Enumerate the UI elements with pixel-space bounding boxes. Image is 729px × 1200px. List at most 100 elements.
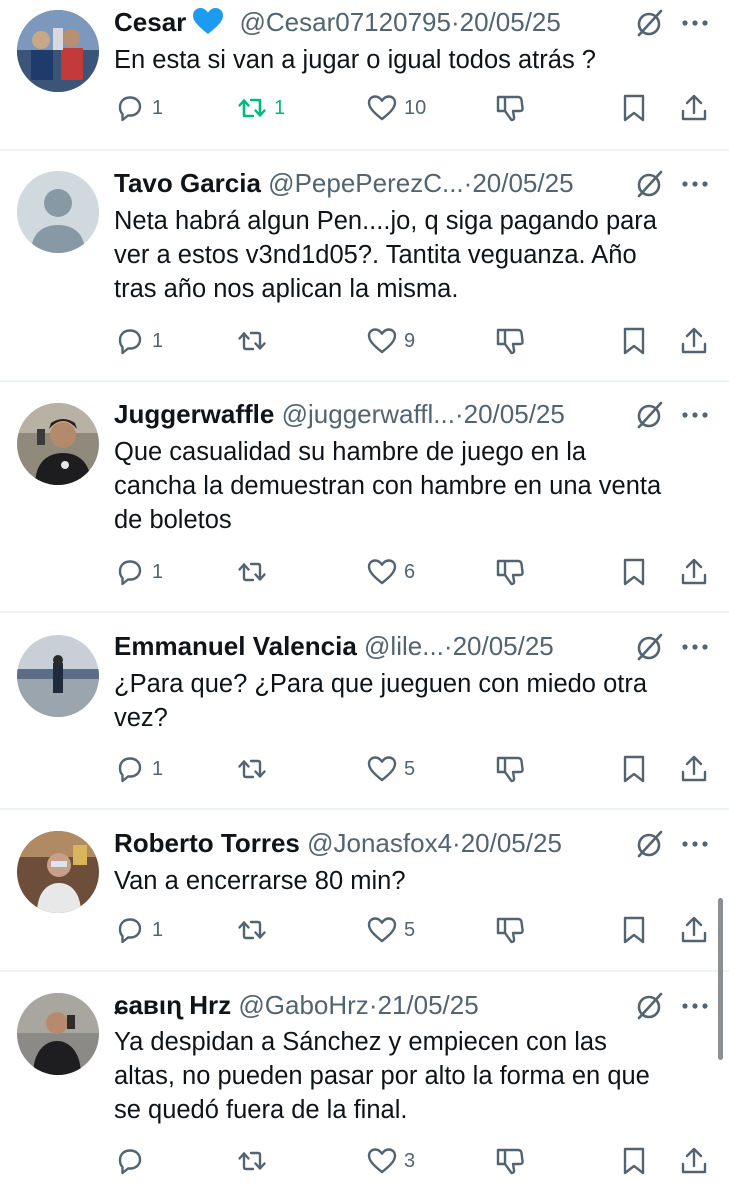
text-line: ver a estos v3nd1d05?. Tantita veguanza.… — [114, 241, 637, 269]
downvote-button[interactable] — [494, 552, 526, 592]
downvote-button[interactable] — [494, 910, 526, 950]
tweet-text: ¿Para que? ¿Para que jueguen con miedo o… — [114, 667, 714, 735]
reply-button[interactable]: 1 — [114, 321, 163, 361]
retweet-button[interactable] — [236, 321, 274, 361]
heart-icon — [367, 95, 397, 121]
retweet-button[interactable] — [236, 552, 274, 592]
tweet-1[interactable]: Cesar @Cesar07120795·20/05/25 En esta si… — [0, 0, 729, 150]
retweet-button[interactable]: 1 — [236, 88, 285, 128]
share-button[interactable] — [678, 1141, 710, 1181]
share-button[interactable] — [678, 910, 710, 950]
grok-icon[interactable] — [633, 989, 667, 1023]
avatar[interactable] — [17, 171, 99, 253]
like-count: 6 — [404, 560, 416, 583]
user-handle[interactable]: @juggerwaffl... — [282, 399, 455, 429]
user-handle[interactable]: @GaboHrz — [238, 990, 368, 1020]
bookmark-button[interactable] — [618, 88, 650, 128]
more-icon[interactable] — [677, 398, 713, 432]
reply-count: 1 — [152, 96, 164, 119]
more-icon[interactable] — [677, 6, 713, 40]
action-bar: 1 6 — [114, 552, 714, 592]
timestamp[interactable]: 20/05/25 — [453, 631, 554, 661]
like-count: 5 — [404, 757, 416, 780]
timestamp[interactable]: 21/05/25 — [377, 990, 478, 1020]
downvote-button[interactable] — [494, 1141, 526, 1181]
avatar[interactable] — [17, 403, 99, 485]
display-name[interactable]: Tavo Garcia — [114, 168, 261, 198]
tweet-6[interactable]: ɕaвιɳ Hrz @GaboHrz·21/05/25 Ya despidan … — [0, 972, 729, 1200]
tweet-header: Juggerwaffle @juggerwaffl...·20/05/25 — [114, 396, 611, 432]
avatar[interactable] — [17, 635, 99, 717]
display-name[interactable]: Juggerwaffle — [114, 399, 274, 429]
grok-icon[interactable] — [633, 6, 667, 40]
grok-icon[interactable] — [633, 827, 667, 861]
share-icon — [681, 916, 707, 943]
avatar[interactable] — [17, 10, 99, 92]
tweet-3[interactable]: Juggerwaffle @juggerwaffl...·20/05/25 Qu… — [0, 382, 729, 611]
default-avatar-icon — [17, 171, 99, 253]
reply-button[interactable]: 1 — [114, 749, 163, 789]
timestamp[interactable]: 20/05/25 — [460, 7, 561, 37]
bookmark-button[interactable] — [618, 321, 650, 361]
tweet-4[interactable]: Emmanuel Valencia @lile...·20/05/25 ¿Par… — [0, 613, 729, 808]
display-name[interactable]: Emmanuel Valencia — [114, 631, 357, 661]
action-bar: 1 5 — [114, 749, 714, 789]
user-handle[interactable]: @Cesar07120795 — [240, 7, 451, 37]
timestamp[interactable]: 20/05/25 — [461, 828, 562, 858]
bookmark-icon — [623, 558, 645, 586]
tweet-header: Cesar @Cesar07120795·20/05/25 — [114, 4, 611, 40]
like-count: 3 — [404, 1149, 416, 1172]
like-button[interactable]: 10 — [366, 88, 426, 128]
downvote-button[interactable] — [494, 321, 526, 361]
more-icon[interactable] — [677, 630, 713, 664]
display-name[interactable]: Cesar — [114, 7, 186, 37]
avatar[interactable] — [17, 993, 99, 1075]
retweet-button[interactable] — [236, 1141, 274, 1181]
timestamp[interactable]: 20/05/25 — [464, 399, 565, 429]
bookmark-icon — [623, 916, 645, 944]
grok-icon[interactable] — [633, 630, 667, 664]
bookmark-button[interactable] — [618, 749, 650, 789]
like-button[interactable]: 3 — [366, 1141, 415, 1181]
like-button[interactable]: 5 — [366, 910, 415, 950]
retweet-button[interactable] — [236, 749, 274, 789]
share-button[interactable] — [678, 552, 710, 592]
like-button[interactable]: 6 — [366, 552, 415, 592]
more-icon[interactable] — [677, 989, 713, 1023]
share-button[interactable] — [678, 88, 710, 128]
like-button[interactable]: 5 — [366, 749, 415, 789]
avatar-image — [17, 993, 99, 1075]
user-handle[interactable]: @PepePerezC... — [268, 168, 463, 198]
avatar-image — [17, 831, 99, 913]
grok-icon[interactable] — [633, 398, 667, 432]
display-name[interactable]: Roberto Torres — [114, 828, 300, 858]
bookmark-button[interactable] — [618, 910, 650, 950]
reply-button[interactable] — [114, 1141, 152, 1181]
grok-icon[interactable] — [633, 167, 667, 201]
avatar[interactable] — [17, 831, 99, 913]
downvote-button[interactable] — [494, 749, 526, 789]
tweet-5[interactable]: Roberto Torres @Jonasfox4·20/05/25 Van a… — [0, 810, 729, 970]
like-button[interactable]: 9 — [366, 321, 415, 361]
separator-dot: · — [454, 399, 464, 429]
reply-button[interactable]: 1 — [114, 910, 163, 950]
reply-button[interactable]: 1 — [114, 552, 163, 592]
heart-icon — [367, 559, 397, 585]
user-handle[interactable]: @lile... — [364, 631, 444, 661]
more-icon[interactable] — [677, 167, 713, 201]
share-button[interactable] — [678, 321, 710, 361]
tweet-2[interactable]: Tavo Garcia @PepePerezC...·20/05/25 Neta… — [0, 151, 729, 380]
display-name[interactable]: ɕaвιɳ Hrz — [114, 990, 231, 1020]
timestamp[interactable]: 20/05/25 — [472, 168, 573, 198]
retweet-button[interactable] — [236, 910, 274, 950]
share-button[interactable] — [678, 749, 710, 789]
reply-button[interactable]: 1 — [114, 88, 163, 128]
scrollbar[interactable] — [718, 898, 723, 1060]
tweet-header: Emmanuel Valencia @lile...·20/05/25 — [114, 628, 611, 664]
downvote-icon — [496, 917, 524, 944]
more-icon[interactable] — [677, 827, 713, 861]
bookmark-button[interactable] — [618, 552, 650, 592]
downvote-button[interactable] — [494, 88, 526, 128]
user-handle[interactable]: @Jonasfox4 — [307, 828, 452, 858]
bookmark-button[interactable] — [618, 1141, 650, 1181]
